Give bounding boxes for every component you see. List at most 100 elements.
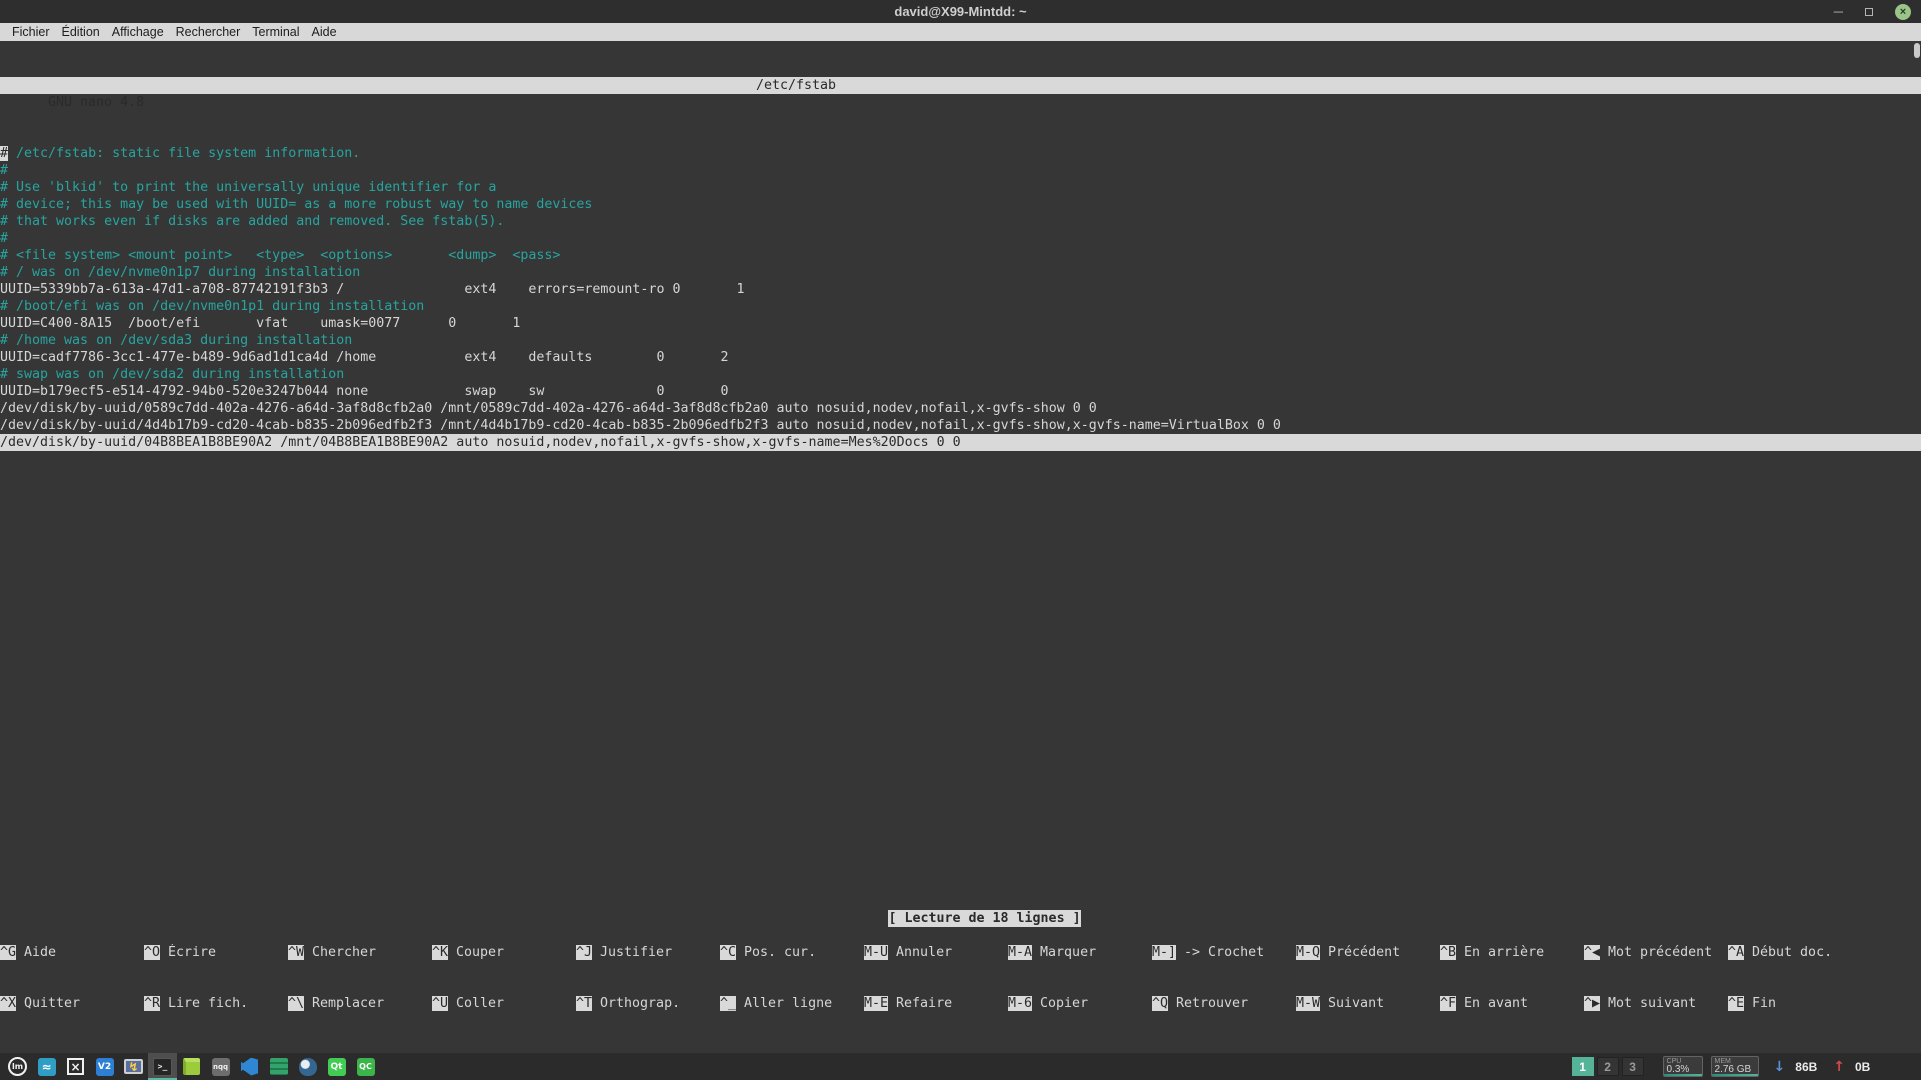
taskbar-app-app-boxes[interactable]: × xyxy=(61,1053,90,1080)
shortcut-key: ^\ xyxy=(288,996,304,1011)
taskbar-app-qt-creator[interactable]: Qt xyxy=(322,1053,351,1080)
app-layers-icon xyxy=(270,1058,288,1075)
nano-footer: [ Lecture de 18 lignes ] ^G Aide^O Écrir… xyxy=(0,859,1921,1046)
mint-menu-icon: lm xyxy=(8,1057,27,1076)
nano-titlebar: GNU nano 4.8 /etc/fstab xyxy=(0,77,1921,94)
maximize-button[interactable] xyxy=(1865,3,1873,21)
shortcut-^G: ^G Aide xyxy=(0,944,144,961)
taskbar-app-terminal[interactable]: >_ xyxy=(148,1053,177,1080)
shortcut-key: M-] xyxy=(1152,945,1176,960)
shortcut-key: ^U xyxy=(432,996,448,1011)
menubar: FichierÉditionAffichageRechercherTermina… xyxy=(0,23,1921,41)
menu-item-affichage[interactable]: Affichage xyxy=(106,23,170,41)
shortcut-^Q: ^Q Retrouver xyxy=(1152,995,1296,1012)
taskbar-apps: lm ≈ × V2↯>_ nqq QtQC xyxy=(0,1053,380,1080)
shortcut-key: ^▶ xyxy=(1584,996,1600,1011)
fstab-line-7: # <file system> <mount point> <type> <op… xyxy=(0,247,1921,264)
taskbar-app-notepadqq[interactable]: nqq xyxy=(206,1053,235,1080)
shortcut-^J: ^J Justifier xyxy=(576,944,720,961)
shortcut-^O: ^O Écrire xyxy=(144,944,288,961)
shortcut-^▶: ^▶ Mot suivant xyxy=(1584,995,1728,1012)
fstab-line-13: UUID=cadf7786-3cc1-477e-b489-9d6ad1d1ca4… xyxy=(0,349,1921,366)
shortcut-row-1: ^G Aide^O Écrire^W Chercher^K Couper^J J… xyxy=(0,944,1921,961)
cpu-monitor[interactable]: CPU0.3% xyxy=(1663,1056,1703,1077)
shortcut-key: ^J xyxy=(576,945,592,960)
shortcut-key: M-E xyxy=(864,996,888,1011)
mem-value: 2.76 GB xyxy=(1715,1065,1755,1075)
fstab-line-18: /dev/disk/by-uuid/04B8BEA1B8BE90A2 /mnt/… xyxy=(0,434,1921,451)
menu-item-édition[interactable]: Édition xyxy=(56,23,106,41)
shortcut-^W: ^W Chercher xyxy=(288,944,432,961)
fstab-line-4: # device; this may be used with UUID= as… xyxy=(0,196,1921,213)
nano-filename: /etc/fstab xyxy=(756,77,836,94)
taskbar-app-app-remote[interactable]: ↯ xyxy=(119,1053,148,1080)
shortcut-^T: ^T Orthograp. xyxy=(576,995,720,1012)
shortcut-key: ^O xyxy=(144,945,160,960)
taskbar: lm ≈ × V2↯>_ nqq QtQC 123 CPU0.3% MEM2.76 GB ↓… xyxy=(0,1053,1921,1080)
shortcut-key: ^Q xyxy=(1152,996,1168,1011)
shortcut-row-2: ^X Quitter^R Lire fich.^\ Remplacer^U Co… xyxy=(0,995,1921,1012)
workspace-button-2[interactable]: 2 xyxy=(1597,1057,1619,1076)
taskbar-app-app-wave[interactable]: ≈ xyxy=(32,1053,61,1080)
shortcut-^E: ^E Fin xyxy=(1728,995,1872,1012)
shortcut-^R: ^R Lire fich. xyxy=(144,995,288,1012)
shortcut-^B: ^B En arrière xyxy=(1440,944,1584,961)
shortcut-M-6: M-6 Copier xyxy=(1008,995,1152,1012)
scrollbar-thumb[interactable] xyxy=(1914,43,1920,58)
titlebar[interactable]: david@X99-Mintdd: ~ ─ × xyxy=(0,0,1921,23)
taskbar-app-app-cube[interactable] xyxy=(177,1053,206,1080)
taskbar-right: 123 CPU0.3% MEM2.76 GB ↓ 86B ↑ 0B xyxy=(1572,1056,1921,1077)
shortcut-key: ^B xyxy=(1440,945,1456,960)
shortcut-key: M-W xyxy=(1296,996,1320,1011)
shortcut-key: ^_ xyxy=(720,996,736,1011)
close-button[interactable]: × xyxy=(1895,4,1911,20)
shortcut-M-E: M-E Refaire xyxy=(864,995,1008,1012)
fstab-line-5: # that works even if disks are added and… xyxy=(0,213,1921,230)
app-wave-icon: ≈ xyxy=(38,1058,56,1076)
terminal[interactable]: GNU nano 4.8 /etc/fstab # /etc/fstab: st… xyxy=(0,41,1921,1053)
network-monitor[interactable]: ↓ 86B ↑ 0B xyxy=(1774,1059,1883,1075)
menu-item-aide[interactable]: Aide xyxy=(306,23,343,41)
shortcut-M-]: M-] -> Crochet xyxy=(1152,944,1296,961)
shortcut-key: ^C xyxy=(720,945,736,960)
workspace-button-3[interactable]: 3 xyxy=(1622,1057,1644,1076)
fstab-line-3: # Use 'blkid' to print the universally u… xyxy=(0,179,1921,196)
system-monitors: CPU0.3% MEM2.76 GB xyxy=(1663,1056,1759,1077)
shortcut-key: M-Q xyxy=(1296,945,1320,960)
taskbar-app-app-qc[interactable]: QC xyxy=(351,1053,380,1080)
minimize-button[interactable]: ─ xyxy=(1834,7,1843,17)
shortcut-key: ^T xyxy=(576,996,592,1011)
shortcut-key: ^E xyxy=(1728,996,1744,1011)
taskbar-app-postgresql[interactable] xyxy=(293,1053,322,1080)
taskbar-app-app-layers[interactable] xyxy=(264,1053,293,1080)
upload-arrow-icon: ↑ xyxy=(1833,1059,1845,1075)
text-cursor: # xyxy=(0,146,8,161)
download-arrow-icon: ↓ xyxy=(1774,1059,1786,1075)
shortcut-^F: ^F En avant xyxy=(1440,995,1584,1012)
shortcut-key: ^W xyxy=(288,945,304,960)
shortcut-^A: ^A Début doc. xyxy=(1728,944,1872,961)
shortcut-M-A: M-A Marquer xyxy=(1008,944,1152,961)
shortcut-M-W: M-W Suivant xyxy=(1296,995,1440,1012)
taskbar-app-mint-menu[interactable]: lm xyxy=(3,1053,32,1080)
notepadqq-icon: nqq xyxy=(212,1058,230,1076)
mem-monitor[interactable]: MEM2.76 GB xyxy=(1711,1056,1759,1077)
shortcut-^\: ^\ Remplacer xyxy=(288,995,432,1012)
workspace-switcher: 123 xyxy=(1572,1057,1644,1076)
download-count: 86B xyxy=(1795,1060,1823,1074)
nano-status-row: [ Lecture de 18 lignes ] xyxy=(0,893,1921,910)
taskbar-app-app-v2[interactable]: V2 xyxy=(90,1053,119,1080)
fstab-line-8: # / was on /dev/nvme0n1p7 during install… xyxy=(0,264,1921,281)
menu-item-fichier[interactable]: Fichier xyxy=(6,23,56,41)
taskbar-app-vscode[interactable] xyxy=(235,1053,264,1080)
upload-count: 0B xyxy=(1855,1060,1883,1074)
fstab-line-17: /dev/disk/by-uuid/4d4b17b9-cd20-4cab-b83… xyxy=(0,417,1921,434)
workspace-button-1[interactable]: 1 xyxy=(1572,1057,1594,1076)
shortcut-key: ^F xyxy=(1440,996,1456,1011)
app-boxes-icon: × xyxy=(67,1058,84,1075)
shortcut-^X: ^X Quitter xyxy=(0,995,144,1012)
fstab-line-1: # /etc/fstab: static file system informa… xyxy=(0,145,1921,162)
menu-item-terminal[interactable]: Terminal xyxy=(246,23,305,41)
menu-item-rechercher[interactable]: Rechercher xyxy=(170,23,247,41)
shortcut-^◀: ^◀ Mot précédent xyxy=(1584,944,1728,961)
